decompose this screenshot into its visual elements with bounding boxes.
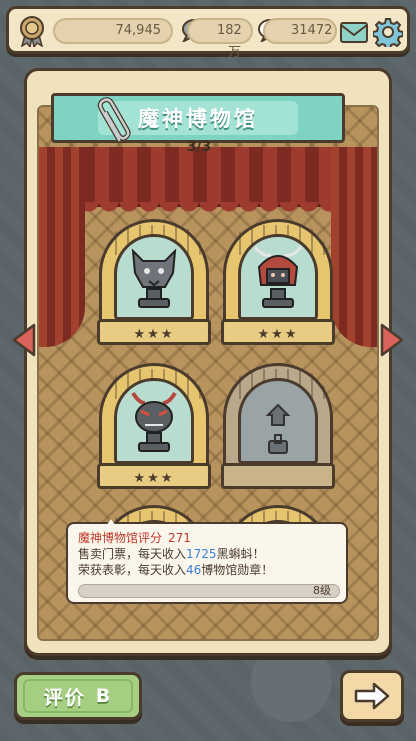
coins-value: 74,945 bbox=[115, 23, 162, 38]
prev-page-arrow-icon[interactable] bbox=[10, 322, 38, 358]
level-label: 8级 bbox=[313, 584, 331, 597]
exhibit-stars: ★★★ bbox=[133, 471, 175, 486]
coins-counter: 74,945 bbox=[53, 18, 173, 44]
demon-mask-icon bbox=[131, 391, 177, 452]
mail-icon[interactable] bbox=[339, 17, 369, 47]
curtain-left bbox=[39, 147, 85, 347]
lock-icon bbox=[265, 403, 291, 454]
score-label: 魔神博物馆评分 bbox=[78, 531, 163, 545]
wolf-head-icon bbox=[131, 248, 177, 308]
ticket-income-value: 1725 bbox=[186, 547, 217, 561]
medal-income-value: 46 bbox=[186, 563, 202, 577]
ticket-income-suffix: 黑蝌蚪！ bbox=[216, 547, 265, 561]
medal-income-row: 荣获表彰，每天收入46博物馆勋章！ bbox=[78, 562, 336, 578]
ticket-income-prefix: 售卖门票，每天收入 bbox=[78, 547, 187, 561]
rate-button[interactable]: 评价 B bbox=[14, 672, 142, 720]
ticket-income-row: 售卖门票，每天收入1725黑蝌蚪！ bbox=[78, 546, 336, 562]
rate-label: 评价 bbox=[43, 686, 86, 709]
medal-income-prefix: 荣获表彰，每天收入 bbox=[78, 563, 187, 577]
resource-bar: 74,945 182万 31472 bbox=[6, 6, 410, 60]
resource3-counter: 31472 bbox=[263, 18, 337, 44]
exhibit-slot-1[interactable]: ★★★ bbox=[97, 219, 211, 349]
exhibit-stars: ★★★ bbox=[257, 327, 299, 342]
page-indicator: 3/3 bbox=[186, 139, 212, 155]
exhibit-slot-locked[interactable] bbox=[221, 363, 335, 493]
next-page-arrow-icon[interactable] bbox=[378, 322, 406, 358]
medal-income-suffix: 博物馆勋章！ bbox=[201, 563, 274, 577]
resource2-counter: 182万 bbox=[187, 18, 253, 60]
exhibit-pedestal bbox=[221, 463, 335, 489]
medal-icon[interactable] bbox=[17, 15, 47, 47]
curtain-right bbox=[331, 147, 377, 347]
arrow-right-icon bbox=[354, 682, 390, 710]
museum-score-popup: 魔神博物馆评分 271 售卖门票，每天收入1725黑蝌蚪！ 荣获表彰，每天收入46… bbox=[66, 519, 348, 604]
samurai-helmet-icon bbox=[253, 246, 303, 308]
score-row: 魔神博物馆评分 271 bbox=[78, 530, 336, 546]
exhibit-slot-3[interactable]: ★★★ bbox=[97, 363, 211, 493]
level-progress-bar: 8级 bbox=[78, 584, 340, 598]
score-value: 271 bbox=[168, 531, 191, 545]
next-button[interactable] bbox=[340, 670, 404, 722]
resource3-value: 31472 bbox=[291, 23, 333, 38]
rate-grade: B bbox=[95, 685, 113, 707]
gear-icon[interactable] bbox=[373, 17, 403, 47]
exhibit-stars: ★★★ bbox=[133, 327, 175, 342]
exhibit-slot-2[interactable]: ★★★ bbox=[221, 219, 335, 349]
